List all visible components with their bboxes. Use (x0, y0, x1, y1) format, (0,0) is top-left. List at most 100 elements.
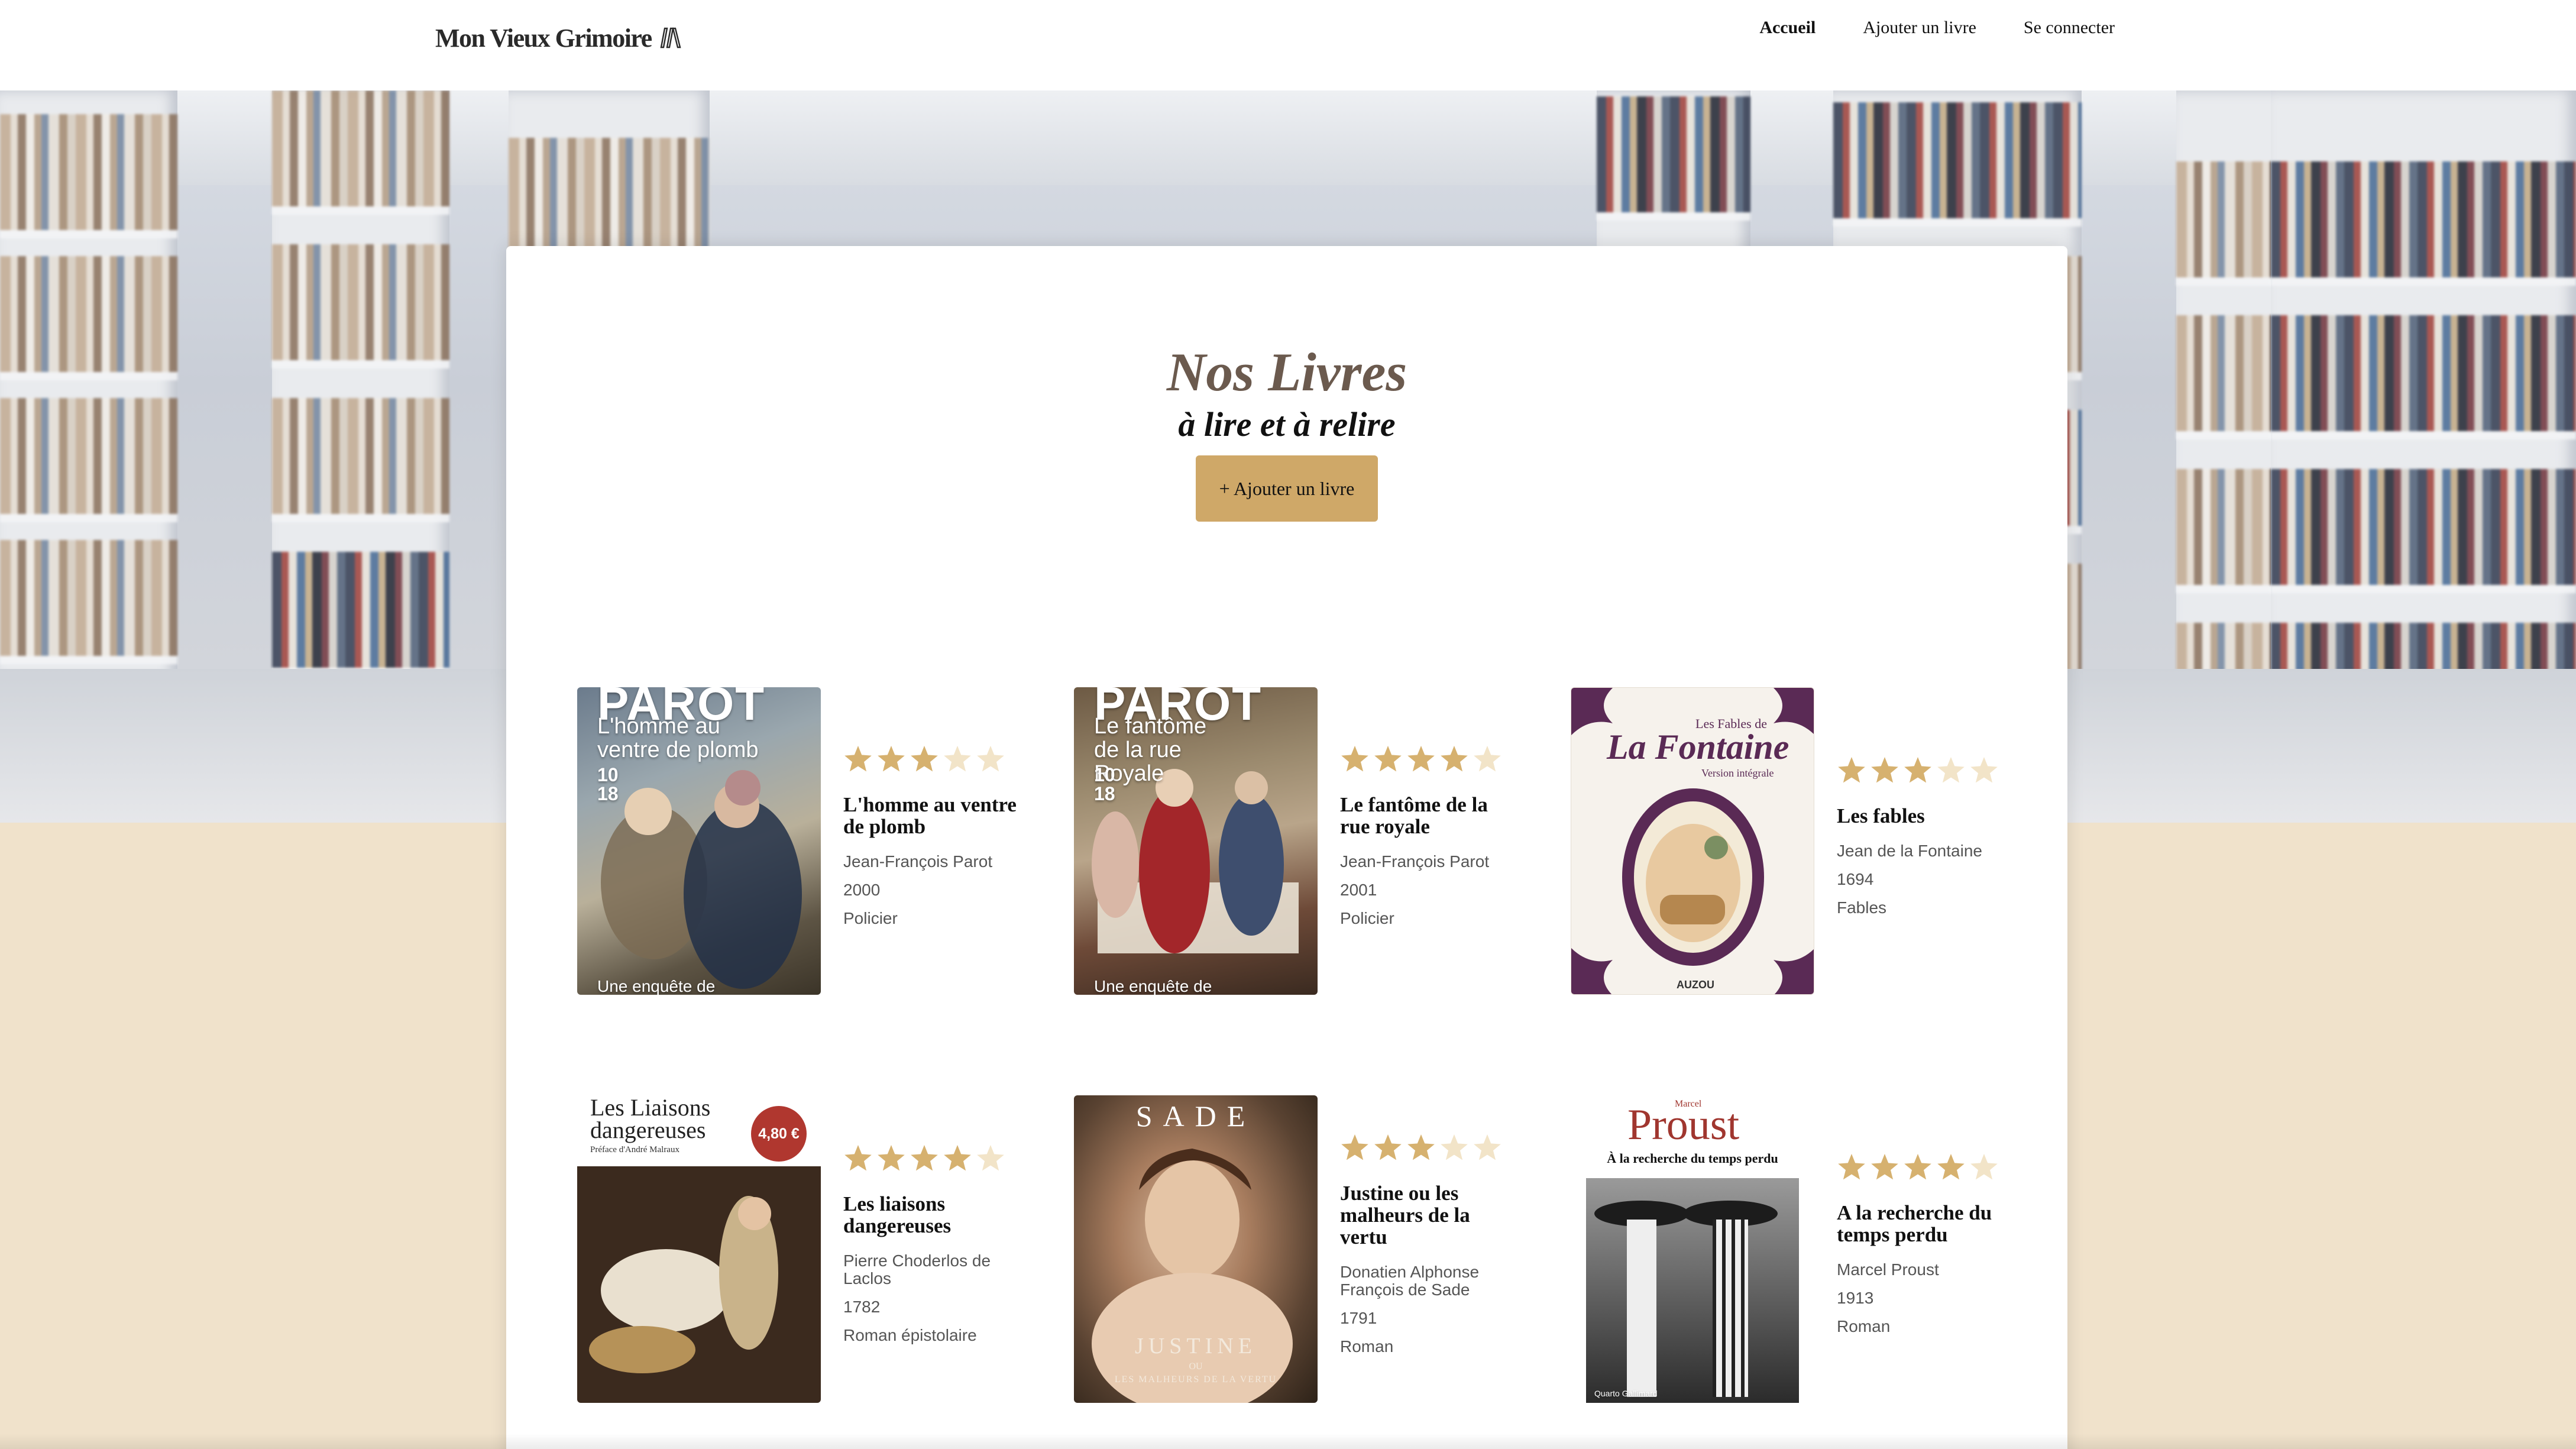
star-filled-icon (1871, 1154, 1898, 1180)
star-filled-icon (844, 746, 872, 772)
star-filled-icon (878, 1145, 905, 1171)
site-logo[interactable]: Mon Vieux Grimoire (435, 21, 681, 54)
book-card[interactable]: Les Fables de La Fontaine Version intégr… (1571, 687, 2020, 995)
book-title: Justine ou les malheurs de la vertu (1340, 1181, 1470, 1249)
nav-add-book-link[interactable]: Ajouter un livre (1863, 18, 1976, 38)
cover-footer: Une enquête de (597, 977, 716, 995)
star-filled-icon (878, 746, 905, 772)
star-filled-icon (844, 1145, 872, 1171)
book-genre: Roman (1340, 1337, 1394, 1356)
star-filled-icon (944, 1145, 971, 1171)
book-logo-icon (660, 27, 681, 48)
star-empty-icon (1474, 746, 1501, 772)
cover-title: L'homme au ventre de plomb (597, 714, 759, 762)
star-empty-icon (944, 746, 971, 772)
book-card[interactable]: Marcel Proust À la recherche du temps pe… (1571, 1095, 2020, 1403)
book-genre: Policier (1340, 909, 1394, 927)
star-empty-icon (977, 746, 1004, 772)
star-filled-icon (1341, 746, 1368, 772)
cover-brand: Proust (1627, 1101, 1740, 1149)
cover-title: JUSTINE (1135, 1334, 1257, 1359)
book-author: Jean de la Fontaine (1837, 841, 1982, 860)
rating-stars (1340, 1133, 1517, 1162)
star-filled-icon (1871, 756, 1898, 782)
cover-footer: Une enquête de (1094, 977, 1212, 995)
star-filled-icon (1341, 1134, 1368, 1160)
star-filled-icon (1374, 1134, 1402, 1160)
book-author: Pierre Choderlos de Laclos (843, 1251, 991, 1288)
star-filled-icon (1407, 746, 1435, 772)
book-cover-image: Les Liaisons dangereuses Préface d'André… (577, 1095, 821, 1403)
star-filled-icon (1374, 746, 1402, 772)
book-title: Les liaisons dangereuses (843, 1192, 952, 1237)
cover-footer: LES MALHEURS DE LA VERTU (1114, 1374, 1277, 1385)
page-subtitle: à lire et à relire (1178, 405, 1396, 444)
cover-footer: Quarto Gallimard (1594, 1389, 1658, 1398)
cover-series: 10 18 (1094, 764, 1115, 804)
book-card[interactable]: PAROT Le fantôme de la rue Royale 10 18 … (1074, 687, 1523, 995)
rating-stars (843, 1143, 1021, 1173)
book-cover-image: Marcel Proust À la recherche du temps pe… (1571, 1095, 1814, 1403)
book-genre: Fables (1837, 898, 1887, 917)
book-year: 1791 (1340, 1308, 1377, 1327)
book-card[interactable]: Les Liaisons dangereuses Préface d'André… (577, 1095, 1027, 1403)
book-cover-image: Les Fables de La Fontaine Version intégr… (1571, 687, 1814, 995)
book-year: 1694 (1837, 869, 1874, 888)
star-filled-icon (1904, 1154, 1931, 1180)
page-title: Nos Livres (1166, 342, 1407, 402)
cover-footer: AUZOU (1677, 979, 1714, 991)
rating-stars (1340, 744, 1517, 774)
star-filled-icon (1904, 756, 1931, 782)
star-empty-icon (1970, 1154, 1998, 1180)
add-book-button[interactable]: + Ajouter un livre (1196, 455, 1378, 522)
book-author: Donatien Alphonse François de Sade (1340, 1262, 1480, 1299)
cover-brand: SADE (1135, 1099, 1256, 1133)
star-empty-icon (1441, 1134, 1468, 1160)
nav-login-link[interactable]: Se connecter (2024, 18, 2115, 38)
book-genre: Roman épistolaire (843, 1326, 977, 1344)
book-author: Jean-François Parot (843, 852, 993, 871)
star-filled-icon (1838, 756, 1865, 782)
star-empty-icon (977, 1145, 1004, 1171)
star-empty-icon (1970, 756, 1998, 782)
rating-stars (1837, 755, 2014, 785)
star-filled-icon (911, 746, 938, 772)
cover-title: Les Liaisons dangereuses (590, 1095, 711, 1143)
book-card[interactable]: SADE JUSTINE OU LES MALHEURS DE LA VERTU… (1074, 1095, 1523, 1403)
nav-home-link[interactable]: Accueil (1759, 18, 1816, 38)
rating-stars (843, 744, 1021, 774)
star-empty-icon (1937, 756, 1965, 782)
book-genre: Policier (843, 909, 898, 927)
book-title: Les fables (1837, 804, 1925, 827)
book-author: Marcel Proust (1837, 1260, 1939, 1279)
star-filled-icon (1407, 1134, 1435, 1160)
cover-brand: La Fontaine (1607, 727, 1789, 766)
rating-stars (1837, 1152, 2014, 1182)
bottom-edge-shadow (0, 1434, 2576, 1449)
book-year: 1913 (1837, 1289, 1874, 1307)
book-title: A la recherche du temps perdu (1837, 1201, 1992, 1246)
star-empty-icon (1474, 1134, 1501, 1160)
book-card[interactable]: PAROT L'homme au ventre de plomb 10 18 U… (577, 687, 1027, 995)
book-year: 2001 (1340, 881, 1377, 899)
book-author: Jean-François Parot (1340, 852, 1490, 871)
star-filled-icon (1441, 746, 1468, 772)
main-nav: Accueil Ajouter un livre Se connecter (1759, 18, 2115, 38)
book-title: L'homme au ventre de plomb (843, 793, 1017, 838)
star-filled-icon (911, 1145, 938, 1171)
top-header: Mon Vieux Grimoire Accueil Ajouter un li… (0, 0, 2576, 90)
book-cover-image: SADE JUSTINE OU LES MALHEURS DE LA VERTU (1074, 1095, 1318, 1403)
star-filled-icon (1937, 1154, 1965, 1180)
logo-text: Mon Vieux Grimoire (435, 23, 652, 53)
book-cover-image: PAROT L'homme au ventre de plomb 10 18 U… (577, 687, 821, 995)
book-genre: Roman (1837, 1317, 1891, 1335)
cover-sub: Préface d'André Malraux (590, 1145, 679, 1154)
cover-sub: Version intégrale (1701, 767, 1774, 779)
star-filled-icon (1838, 1154, 1865, 1180)
cover-title: À la recherche du temps perdu (1607, 1151, 1778, 1166)
book-year: 1782 (843, 1298, 881, 1316)
cover-sub: OU (1189, 1361, 1203, 1372)
book-cover-image: PAROT Le fantôme de la rue Royale 10 18 … (1074, 687, 1318, 995)
book-year: 2000 (843, 881, 881, 899)
book-title: Le fantôme de la rue royale (1340, 793, 1488, 838)
